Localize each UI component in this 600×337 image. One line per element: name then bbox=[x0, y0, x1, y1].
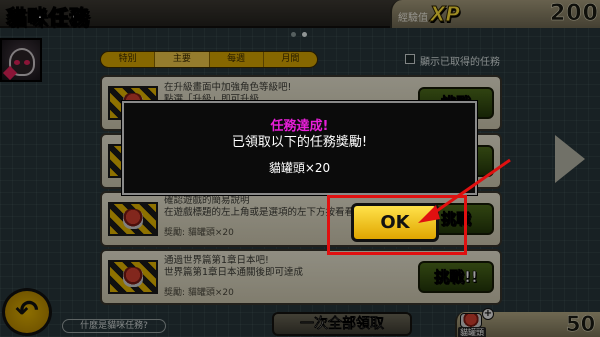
mission-row-3-reward: 獎勵: 貓罐頭×20 bbox=[164, 228, 234, 238]
tab-main[interactable]: 主要 bbox=[155, 52, 210, 67]
mission-row-4-reward: 獎勵: 貓罐頭×20 bbox=[164, 288, 234, 298]
tab-special[interactable]: 特別 bbox=[101, 52, 156, 67]
cat-can-currency-icon bbox=[460, 313, 482, 328]
mission-row-4-line1: 通過世界篇第1章日本吧! bbox=[164, 255, 269, 266]
mission-row-4: 通過世界篇第1章日本吧! 世界篇第1章日本通關後即可達成 獎勵: 貓罐頭×20 … bbox=[100, 249, 502, 305]
cat-can-icon bbox=[108, 260, 158, 294]
back-arrow-button[interactable]: ↶ bbox=[2, 288, 52, 336]
mission-row-4-line2: 世界篇第1章日本通關後即可達成 bbox=[164, 267, 304, 278]
mission-row-4-challenge-button[interactable]: 挑戰!! bbox=[418, 261, 494, 293]
avatar-eye-icon bbox=[14, 60, 20, 65]
xp-value: 200 bbox=[550, 1, 599, 27]
show-obtained-checkbox[interactable] bbox=[405, 54, 415, 64]
currency-value: 50 bbox=[566, 312, 596, 337]
pager-dot-2 bbox=[302, 32, 307, 37]
cat-can-icon bbox=[108, 202, 158, 236]
currency-label: 貓罐頭 bbox=[458, 327, 486, 337]
avatar bbox=[0, 38, 42, 82]
dialog-reward: 貓罐頭×20 bbox=[268, 161, 331, 175]
reward-dialog: 任務達成! 已領取以下的任務獎勵! 貓罐頭×20 bbox=[121, 100, 478, 196]
claim-all-button[interactable]: 一次全部領取 bbox=[272, 312, 412, 336]
page-title: 貓咪任務 bbox=[6, 5, 90, 30]
next-page-arrow-icon[interactable] bbox=[555, 135, 585, 183]
show-obtained-label: 顯示已取得的任務 bbox=[420, 57, 500, 68]
mission-row-3-line1: 確認遊戲的簡易說明 bbox=[164, 195, 250, 206]
mission-tabs: 特別 主要 每週 月間 bbox=[100, 51, 318, 68]
tab-weekly[interactable]: 每週 bbox=[210, 52, 264, 67]
avatar-eye-icon bbox=[24, 60, 30, 65]
xp-logo-icon: XP bbox=[429, 2, 461, 27]
mission-row-3-line2: 在遊戲標題的左上角或是選項的左下方按看看 bbox=[164, 207, 355, 218]
pager-dot-1 bbox=[291, 32, 296, 37]
help-link[interactable]: 什麼是貓咪任務? bbox=[62, 319, 166, 333]
add-currency-button[interactable]: + bbox=[482, 308, 494, 320]
mission-row-1-line1: 在升級畫面中加強角色等級吧! bbox=[164, 82, 292, 93]
dialog-message: 已領取以下的任務獎勵! bbox=[231, 135, 368, 150]
xp-label: 經驗值 bbox=[398, 13, 428, 24]
tab-monthly[interactable]: 月間 bbox=[264, 52, 317, 67]
ok-button[interactable]: OK bbox=[351, 203, 439, 242]
